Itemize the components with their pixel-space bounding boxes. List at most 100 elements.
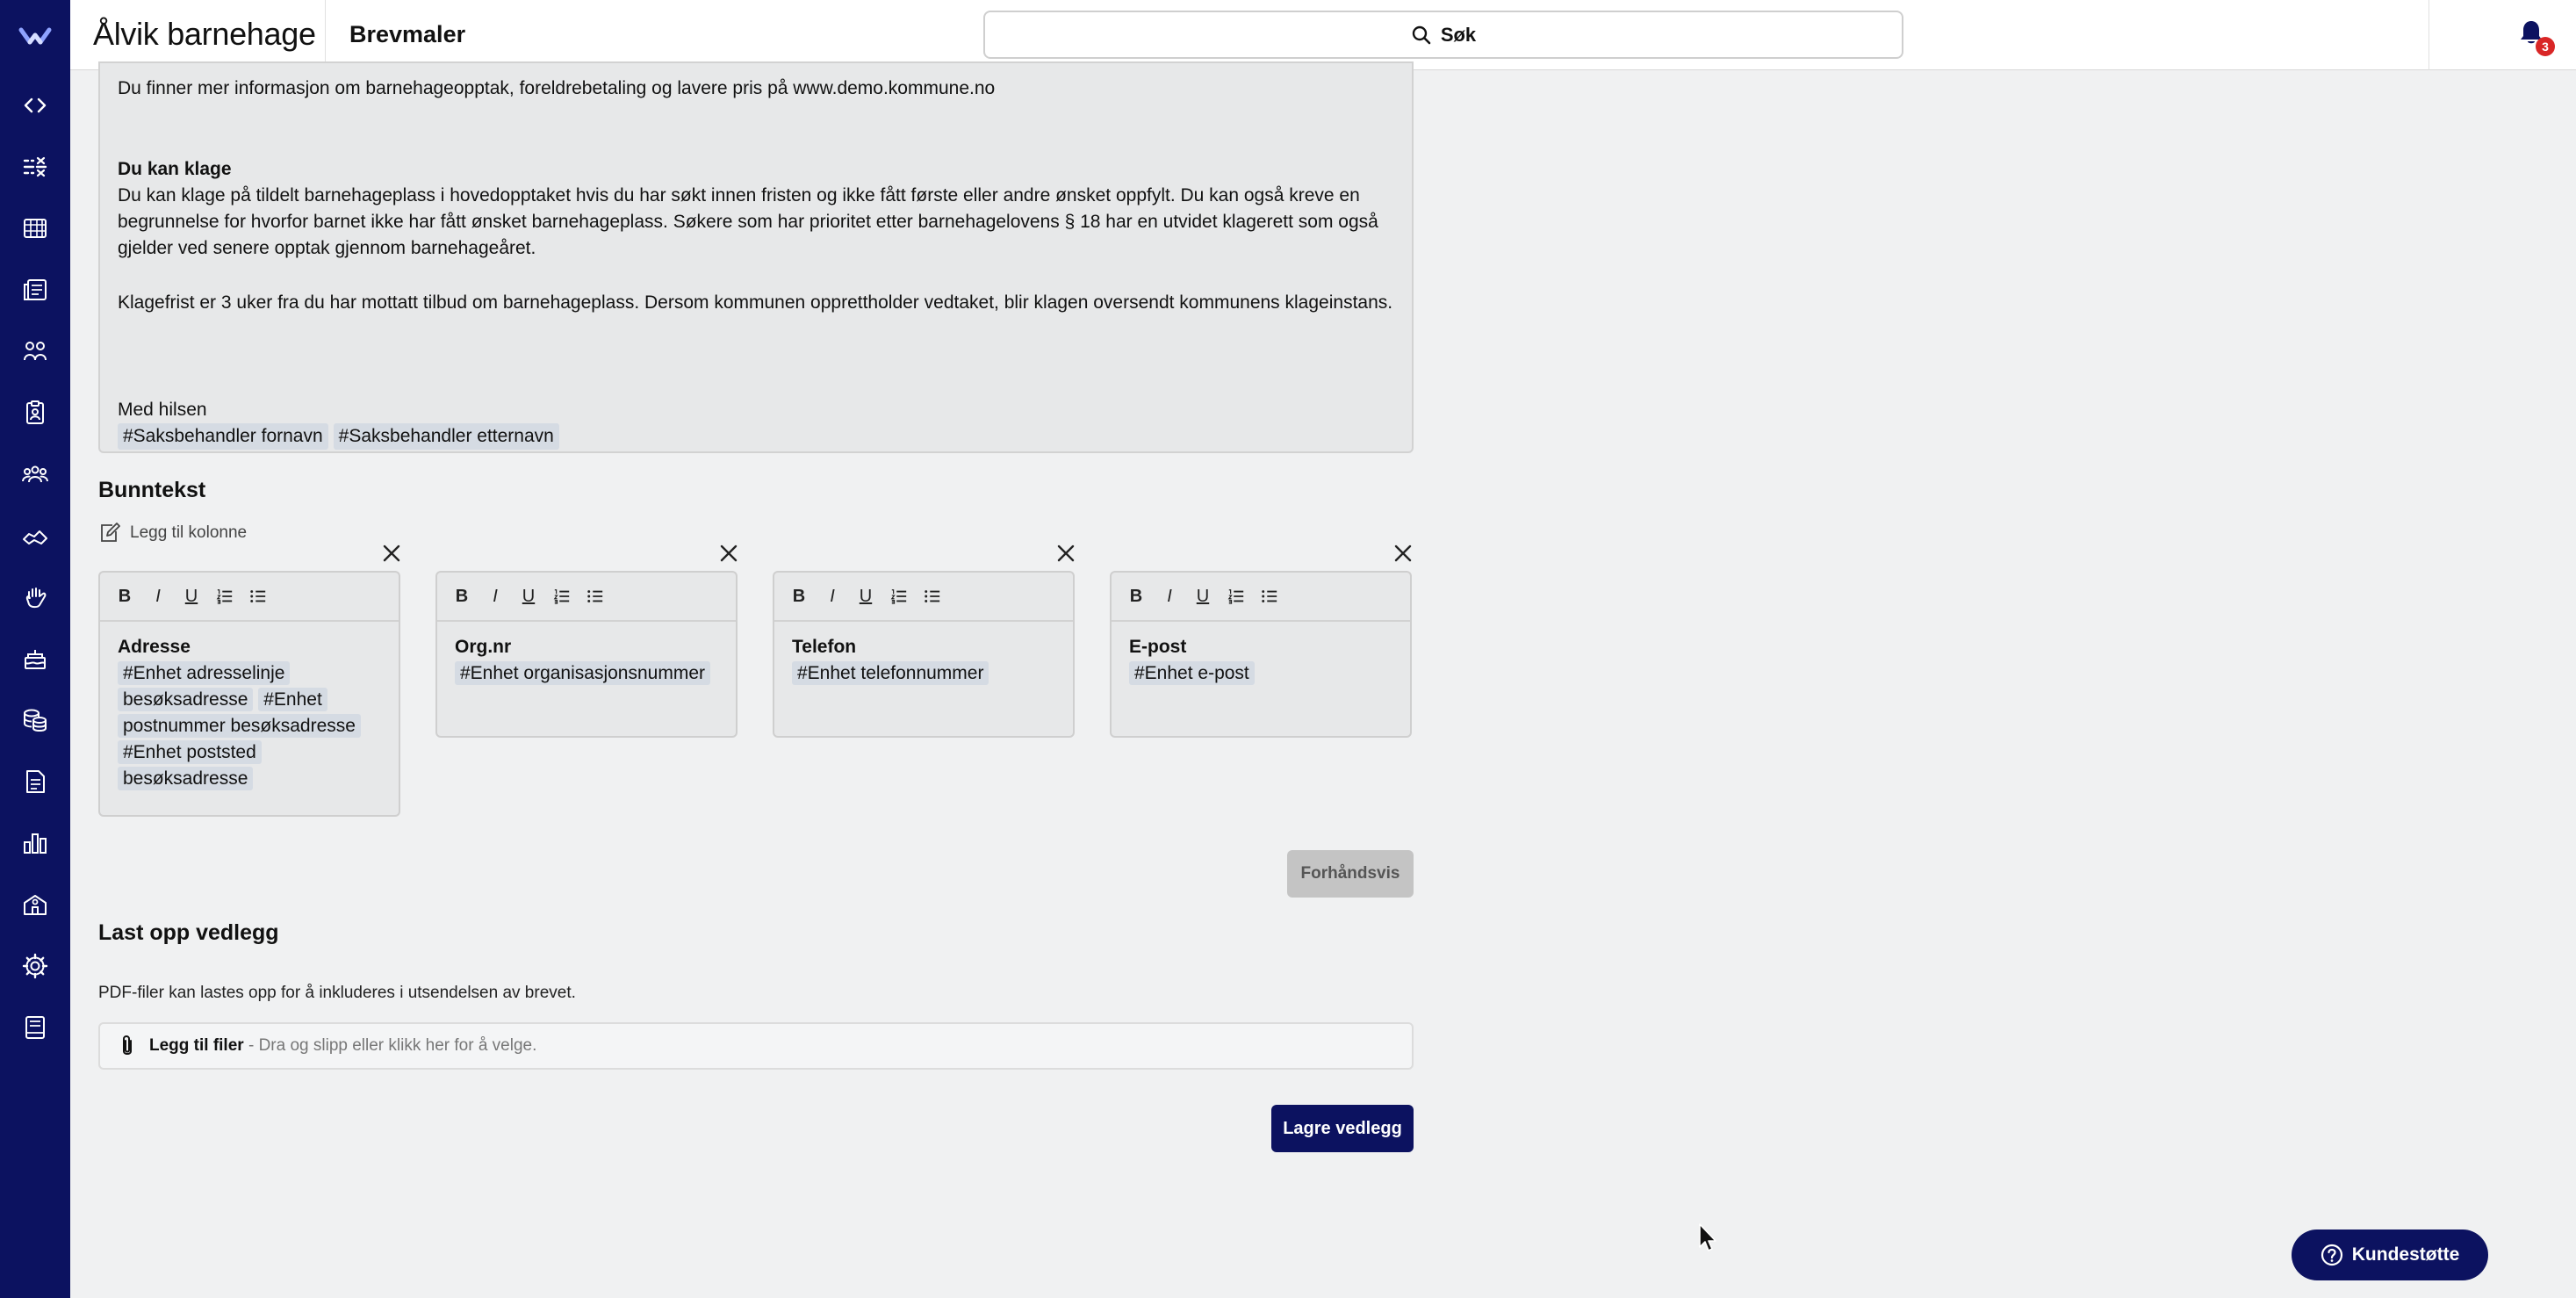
ordered-list-icon — [216, 589, 233, 604]
sidebar-item-handshake[interactable] — [0, 511, 70, 560]
footer-column-address[interactable]: B I U Adresse #Enhet adresselinje besøks… — [98, 571, 400, 817]
sidebar-item-badge[interactable] — [0, 388, 70, 437]
sidebar-item-coins[interactable] — [0, 696, 70, 745]
bold-button[interactable]: B — [1127, 587, 1145, 606]
file-dropzone[interactable]: Legg til filer - Dra og slipp eller klik… — [98, 1022, 1414, 1070]
ordered-list-button[interactable] — [890, 587, 908, 606]
notifications-button[interactable]: 3 — [2516, 18, 2555, 56]
preview-button[interactable]: Forhåndsvis — [1287, 850, 1414, 898]
sidebar-item-hand[interactable] — [0, 573, 70, 622]
sidebar-item-chart[interactable] — [0, 818, 70, 868]
tag-org-number[interactable]: #Enhet organisasjonsnummer — [455, 661, 710, 685]
letter-body-editor[interactable]: Du finner mer informasjon om barnehageop… — [98, 61, 1414, 453]
ordered-list-button[interactable] — [553, 587, 571, 606]
book-icon — [25, 1016, 45, 1039]
sidebar-item-documents[interactable] — [0, 265, 70, 314]
close-icon — [720, 544, 738, 562]
editor-content[interactable]: Telefon #Enhet telefonnummer — [774, 622, 1073, 736]
tag-last-name[interactable]: #Saksbehandler etternavn — [333, 423, 559, 450]
org-name[interactable]: Ålvik barnehage — [93, 16, 316, 53]
upload-description: PDF-filer kan lastes opp for å inkludere… — [98, 984, 576, 1002]
footer-column-email[interactable]: B I U E-post #Enhet e-post — [1110, 571, 1412, 738]
italic-button[interactable]: I — [1161, 587, 1178, 606]
editor-content[interactable]: Org.nr #Enhet organisasjonsnummer — [437, 622, 736, 736]
underline-button[interactable]: U — [857, 587, 874, 606]
search-input[interactable]: Søk — [983, 11, 1903, 59]
header-right-divider — [2428, 0, 2429, 70]
sidebar-item-group[interactable] — [0, 450, 70, 499]
documents-icon — [24, 279, 47, 300]
bullet-list-button[interactable] — [249, 587, 267, 606]
dropzone-hint: - Dra og slipp eller klikk her for å vel… — [243, 1036, 537, 1055]
remove-column-button[interactable] — [1392, 543, 1414, 564]
footer-column-phone[interactable]: B I U Telefon #Enhet telefonnummer — [773, 571, 1075, 738]
editor-content[interactable]: E-post #Enhet e-post — [1112, 622, 1410, 736]
customer-support-button[interactable]: Kundestøtte — [2292, 1229, 2488, 1280]
editor-toolbar: B I U — [774, 573, 1073, 622]
italic-button[interactable]: I — [149, 587, 167, 606]
school-icon — [24, 895, 47, 915]
tag-first-name[interactable]: #Saksbehandler fornavn — [118, 423, 328, 450]
sidebar-item-code[interactable] — [0, 81, 70, 130]
close-icon — [1394, 544, 1412, 562]
bold-button[interactable]: B — [453, 587, 471, 606]
search-icon — [1412, 25, 1431, 44]
sidebar-item-school[interactable] — [0, 880, 70, 929]
sidebar — [0, 0, 70, 1298]
paperclip-icon — [123, 1035, 132, 1055]
bullet-list-button[interactable] — [586, 587, 604, 606]
remove-column-button[interactable] — [718, 543, 739, 564]
column-heading: Org.nr — [455, 637, 512, 657]
column-heading: E-post — [1129, 637, 1187, 657]
column-heading: Adresse — [118, 637, 191, 657]
close-icon — [1057, 544, 1075, 562]
page-title: Brevmaler — [349, 21, 466, 47]
sidebar-item-table[interactable] — [0, 204, 70, 253]
sidebar-item-book[interactable] — [0, 1003, 70, 1052]
footer-section-title: Bunntekst — [98, 478, 206, 502]
ordered-list-button[interactable] — [1227, 587, 1245, 606]
italic-button[interactable]: I — [486, 587, 504, 606]
remove-column-button[interactable] — [1055, 543, 1076, 564]
mouse-cursor-icon — [1699, 1223, 1716, 1251]
editor-toolbar: B I U — [437, 573, 736, 622]
bullet-list-icon — [925, 590, 940, 602]
sidebar-item-children[interactable] — [0, 327, 70, 376]
bold-button[interactable]: B — [116, 587, 133, 606]
coins-icon — [24, 709, 47, 732]
bold-button[interactable]: B — [790, 587, 808, 606]
ordered-list-icon — [1227, 589, 1244, 604]
complaint-heading: Du kan klage — [118, 159, 232, 179]
italic-button[interactable]: I — [824, 587, 841, 606]
sidebar-item-tasks[interactable] — [0, 142, 70, 191]
ordered-list-icon — [553, 589, 570, 604]
closing-line: Med hilsen — [118, 400, 207, 420]
underline-button[interactable]: U — [183, 587, 200, 606]
footer-column-org-nr[interactable]: B I U Org.nr #Enhet organisasjonsnummer — [435, 571, 738, 738]
underline-button[interactable]: U — [1194, 587, 1212, 606]
sidebar-item-file[interactable] — [0, 757, 70, 806]
complaint-paragraph-2: Klagefrist er 3 uker fra du har mottatt … — [118, 292, 1393, 313]
underline-button[interactable]: U — [520, 587, 537, 606]
add-column-label: Legg til kolonne — [130, 523, 248, 542]
editor-toolbar: B I U — [100, 573, 399, 622]
sidebar-item-settings[interactable] — [0, 941, 70, 991]
signature-tags: #Saksbehandler fornavn #Saksbehandler ett… — [118, 423, 1400, 450]
add-column-button[interactable]: Legg til kolonne — [98, 522, 247, 544]
tag-email[interactable]: #Enhet e-post — [1129, 661, 1255, 685]
save-attachments-button[interactable]: Lagre vedlegg — [1271, 1105, 1414, 1152]
bullet-list-button[interactable] — [924, 587, 941, 606]
bullet-list-icon — [1262, 590, 1277, 602]
bullet-list-button[interactable] — [1261, 587, 1278, 606]
remove-column-button[interactable] — [381, 543, 402, 564]
app-logo[interactable] — [0, 16, 70, 56]
file-icon — [26, 770, 45, 793]
tag-postal-place[interactable]: #Enhet poststed besøksadresse — [118, 740, 262, 790]
children-icon — [24, 342, 47, 361]
sidebar-item-cake[interactable] — [0, 634, 70, 683]
editor-content[interactable]: Adresse #Enhet adresselinje besøksadress… — [100, 622, 399, 815]
search-label: Søk — [1440, 23, 1477, 46]
tag-phone-number[interactable]: #Enhet telefonnummer — [792, 661, 989, 685]
ordered-list-button[interactable] — [216, 587, 234, 606]
help-icon — [2321, 1244, 2342, 1266]
